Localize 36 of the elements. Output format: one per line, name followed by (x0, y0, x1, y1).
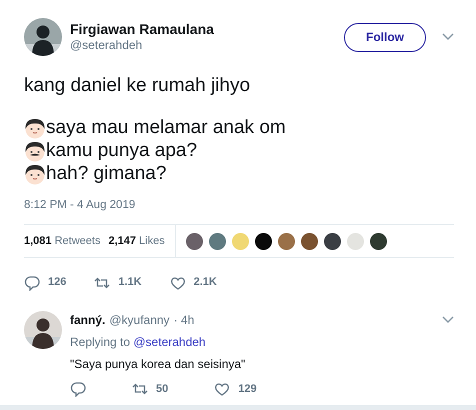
reply-icon (70, 381, 86, 397)
author-handle: @seterahdeh (70, 38, 144, 53)
avatar[interactable] (300, 232, 318, 250)
avatar[interactable] (370, 232, 387, 250)
reply-button[interactable]: 126 (24, 274, 66, 291)
retweet-button[interactable]: 50 (132, 380, 168, 398)
heart-icon (170, 274, 186, 290)
tweet-text: kamu punya apa? (46, 139, 198, 162)
boy-emoji-icon (24, 116, 46, 138)
boy-emoji-icon (24, 162, 46, 184)
heart-icon (214, 381, 230, 397)
reply-button[interactable] (70, 381, 86, 397)
replying-to-text: Replying to @seterahdeh (70, 334, 207, 351)
avatar[interactable] (254, 232, 272, 250)
mention-link[interactable]: @seterahdeh (133, 334, 206, 349)
follow-button[interactable]: Follow (344, 22, 426, 52)
author-name: Firgiawan Ramaulana (70, 21, 215, 38)
reply-author-name: fanný. (70, 312, 106, 329)
reply-text: "Saya punya korea dan seisinya" (70, 356, 246, 373)
reply-icon (24, 274, 40, 290)
man-emoji-icon (24, 140, 46, 162)
like-button[interactable]: 2.1K (170, 274, 217, 291)
reply-time: · 4h (174, 312, 194, 329)
stat-link[interactable]: 2,147 Likes (108, 233, 165, 250)
like-button[interactable]: 129 (214, 380, 257, 398)
retweet-icon (132, 381, 148, 397)
chevron-down-icon[interactable] (442, 33, 454, 41)
timestamp: 8:12 PM - 4 Aug 2019 (24, 198, 136, 213)
retweet-button[interactable]: 1.1K (94, 274, 142, 291)
reply-author-handle: @kyufanny (109, 312, 170, 329)
avatar[interactable] (324, 232, 341, 250)
stat-link[interactable]: 1,081 Retweets (24, 233, 100, 250)
tweet-text: kang daniel ke rumah jihyo (24, 74, 252, 98)
tweet-text: hah? gimana? (46, 162, 166, 185)
tweet-text: saya mau melamar anak om (46, 116, 286, 139)
chevron-down-icon[interactable] (442, 316, 454, 324)
